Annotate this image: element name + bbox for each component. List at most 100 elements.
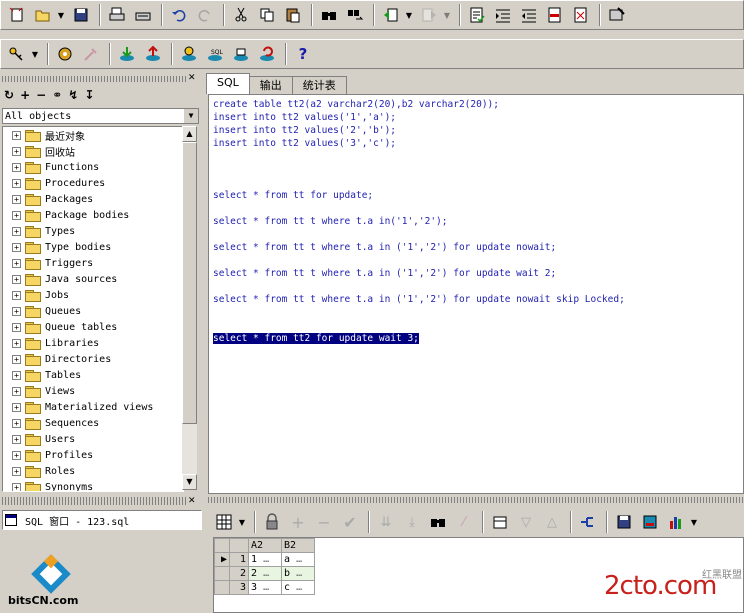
remove-icon[interactable]: − xyxy=(36,88,46,102)
tree-item[interactable]: + Users xyxy=(3,431,183,447)
delete-record-icon[interactable]: − xyxy=(312,510,336,534)
lock-icon[interactable] xyxy=(260,510,284,534)
expand-icon[interactable]: + xyxy=(12,354,21,364)
execute-icon[interactable] xyxy=(115,42,139,66)
find-icon[interactable]: ⚭ xyxy=(52,88,62,102)
tab-output[interactable]: 输出 xyxy=(248,76,293,94)
cell-a2[interactable]: 3 … xyxy=(248,580,282,595)
key-dropdown[interactable]: ▼ xyxy=(31,50,39,59)
filter-icon[interactable]: ↯ xyxy=(68,88,78,102)
selected-code-line[interactable]: select * from tt2 for update wait 3; xyxy=(213,333,419,344)
tree-item[interactable]: + Materialized views xyxy=(3,399,183,415)
indent-icon[interactable] xyxy=(491,3,515,27)
code-line[interactable]: select * from tt t where t.a in ('1','2'… xyxy=(213,268,556,279)
tab-statistics[interactable]: 统计表 xyxy=(291,76,347,94)
refresh-icon[interactable] xyxy=(255,42,279,66)
tab-sql[interactable]: SQL xyxy=(206,73,250,94)
tree-item[interactable]: + Types xyxy=(3,223,183,239)
code-line[interactable]: select * from tt t where t.a in ('1','2'… xyxy=(213,242,556,253)
tree-item[interactable]: + Jobs xyxy=(3,287,183,303)
expand-icon[interactable]: + xyxy=(12,338,21,348)
chevron-down-icon[interactable]: ▼ xyxy=(184,109,198,123)
tree-item[interactable]: + Java sources xyxy=(3,271,183,287)
back-dropdown[interactable]: ▼ xyxy=(405,11,413,20)
break-icon[interactable] xyxy=(141,42,165,66)
sql-icon[interactable]: SQL xyxy=(203,42,227,66)
add-record-icon[interactable]: + xyxy=(286,510,310,534)
expand-icon[interactable]: + xyxy=(12,146,21,156)
close-icon[interactable]: ✕ xyxy=(188,74,198,84)
expand-icon[interactable]: + xyxy=(12,178,21,188)
expand-icon[interactable]: + xyxy=(12,274,21,284)
tree-item[interactable]: + Libraries xyxy=(3,335,183,351)
paste-icon[interactable] xyxy=(281,3,305,27)
open-dropdown[interactable]: ▼ xyxy=(57,11,65,20)
tree-item[interactable]: + 回收站 xyxy=(3,143,183,159)
expand-icon[interactable]: + xyxy=(12,242,21,252)
expand-icon[interactable]: + xyxy=(12,322,21,332)
forward-icon[interactable] xyxy=(417,3,441,27)
query-by-example-icon[interactable] xyxy=(488,510,512,534)
window-list-item[interactable]: SQL 窗口 - 123.sql xyxy=(2,510,202,530)
tree-item[interactable]: + Views xyxy=(3,383,183,399)
expand-icon[interactable]: + xyxy=(12,210,21,220)
tree-item[interactable]: + Procedures xyxy=(3,175,183,191)
grid-view-icon[interactable] xyxy=(212,510,236,534)
table-row[interactable]: 2 2 … b … xyxy=(214,566,315,581)
code-line[interactable]: insert into tt2 values('1','a'); xyxy=(213,112,396,123)
cell-ellipsis[interactable]: … xyxy=(296,568,302,579)
cell-ellipsis[interactable]: … xyxy=(296,582,302,593)
splitter-grip[interactable] xyxy=(2,497,188,505)
find-icon[interactable] xyxy=(317,3,341,27)
cell-a2[interactable]: 1 … xyxy=(248,552,282,567)
print-icon[interactable] xyxy=(105,3,129,27)
code-line[interactable]: select * from tt t where t.a in('1','2')… xyxy=(213,216,448,227)
column-header-a2[interactable]: A2 xyxy=(248,538,282,553)
tree-item[interactable]: + Sequences xyxy=(3,415,183,431)
tree-item[interactable]: + Directories xyxy=(3,351,183,367)
expand-icon[interactable]: + xyxy=(12,130,21,140)
open-icon[interactable] xyxy=(31,3,55,27)
expand-icon[interactable]: + xyxy=(12,162,21,172)
save-icon[interactable] xyxy=(612,510,636,534)
fetch-next-icon[interactable]: ⇊ xyxy=(374,510,398,534)
scroll-thumb[interactable] xyxy=(182,142,197,424)
filter-edit-icon[interactable]: ↧ xyxy=(84,88,94,102)
chart-icon[interactable] xyxy=(664,510,688,534)
tree-item[interactable]: + Profiles xyxy=(3,447,183,463)
tree-item[interactable]: + Roles xyxy=(3,463,183,479)
cut-icon[interactable] xyxy=(229,3,253,27)
expand-icon[interactable]: + xyxy=(12,386,21,396)
sql-editor[interactable]: create table tt2(a2 varchar2(20),b2 varc… xyxy=(208,94,744,494)
tree-item[interactable]: + 最近对象 xyxy=(3,127,183,143)
code-line[interactable]: create table tt2(a2 varchar2(20),b2 varc… xyxy=(213,99,499,110)
expand-icon[interactable]: + xyxy=(12,290,21,300)
save-icon[interactable] xyxy=(69,3,93,27)
expand-icon[interactable]: + xyxy=(12,370,21,380)
expand-icon[interactable]: + xyxy=(12,434,21,444)
tree-item[interactable]: + Synonyms xyxy=(3,479,183,491)
table-row[interactable]: ▶ 1 1 … a … xyxy=(214,552,315,567)
close-icon[interactable]: ✕ xyxy=(188,496,196,506)
commit-icon[interactable] xyxy=(177,42,201,66)
next-icon[interactable]: △ xyxy=(540,510,564,534)
code-line[interactable]: select * from tt for update; xyxy=(213,190,373,201)
export-icon[interactable] xyxy=(638,510,662,534)
tree-scrollbar[interactable]: ▲ ▼ xyxy=(182,126,197,490)
tree-item[interactable]: + Package bodies xyxy=(3,207,183,223)
expand-icon[interactable]: + xyxy=(12,450,21,460)
undo-icon[interactable] xyxy=(167,3,191,27)
replace-icon[interactable] xyxy=(343,3,367,27)
clear-icon[interactable]: ⁄ xyxy=(452,510,476,534)
tool-icon[interactable] xyxy=(79,42,103,66)
code-line[interactable]: select * from tt t where t.a in ('1','2'… xyxy=(213,294,625,305)
find-icon[interactable] xyxy=(426,510,450,534)
cell-b2[interactable]: a … xyxy=(281,552,315,567)
grid-view-dropdown[interactable]: ▼ xyxy=(238,518,246,527)
unindent-icon[interactable] xyxy=(517,3,541,27)
uncomment-icon[interactable] xyxy=(569,3,593,27)
key-icon[interactable] xyxy=(5,42,29,66)
column-header-b2[interactable]: B2 xyxy=(281,538,315,553)
previous-icon[interactable]: ▽ xyxy=(514,510,538,534)
new-icon[interactable] xyxy=(5,3,29,27)
